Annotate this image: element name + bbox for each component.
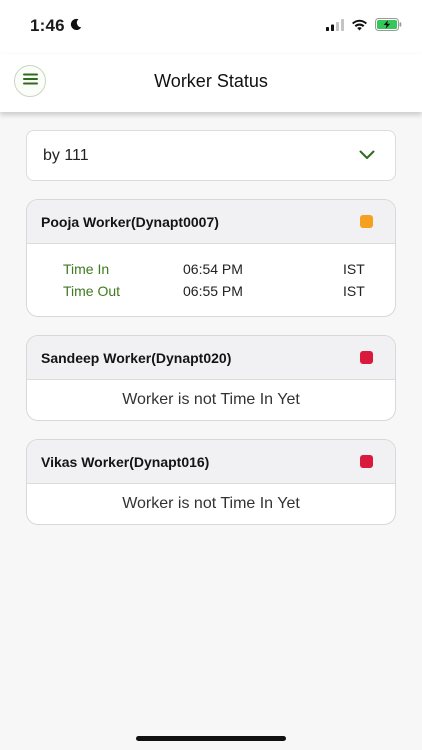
filter-selected-value: by 111 xyxy=(43,146,89,164)
worker-card-header: Sandeep Worker(Dynapt020) xyxy=(27,336,395,380)
time-out-zone: IST xyxy=(343,283,365,299)
status-bar: 1:46 xyxy=(0,0,422,54)
cellular-signal-icon xyxy=(326,18,344,36)
not-timed-in-message: Worker is not Time In Yet xyxy=(122,391,300,408)
time-in-zone: IST xyxy=(343,261,365,277)
status-indicator xyxy=(360,215,373,228)
main-content: by 111 Pooja Worker(Dynapt0007) Time In … xyxy=(26,130,396,525)
status-icons xyxy=(326,18,402,36)
worker-card[interactable]: Pooja Worker(Dynapt0007) Time In 06:54 P… xyxy=(26,199,396,317)
filter-dropdown[interactable]: by 111 xyxy=(26,130,396,181)
page-title: Worker Status xyxy=(154,71,268,91)
status-indicator xyxy=(360,455,373,468)
worker-name: Pooja Worker(Dynapt0007) xyxy=(41,213,219,230)
time-details: Time In 06:54 PM IST Time Out 06:55 PM I… xyxy=(27,244,395,316)
worker-card-header: Pooja Worker(Dynapt0007) xyxy=(27,200,395,244)
moon-icon xyxy=(70,16,82,36)
time-in-label: Time In xyxy=(63,261,110,277)
wifi-icon xyxy=(351,18,368,36)
clock-text: 1:46 xyxy=(30,16,65,35)
time-out-label: Time Out xyxy=(63,283,121,299)
worker-card[interactable]: Vikas Worker(Dynapt016) Worker is not Ti… xyxy=(26,439,396,525)
worker-name: Vikas Worker(Dynapt016) xyxy=(41,453,210,470)
home-indicator xyxy=(136,736,286,741)
time-out-value: 06:55 PM xyxy=(183,283,243,299)
worker-status-screen: 1:46 Worker Status by 111 Pooja Worker(D… xyxy=(0,0,422,750)
time-in-row: Time In 06:54 PM IST xyxy=(27,258,395,280)
app-header: Worker Status xyxy=(0,54,422,112)
battery-charging-icon xyxy=(375,18,402,36)
chevron-down-icon xyxy=(359,147,375,165)
worker-name: Sandeep Worker(Dynapt020) xyxy=(41,349,232,366)
status-time: 1:46 xyxy=(30,16,82,36)
status-indicator xyxy=(360,351,373,364)
worker-card[interactable]: Sandeep Worker(Dynapt020) Worker is not … xyxy=(26,335,396,421)
time-out-row: Time Out 06:55 PM IST xyxy=(27,280,395,302)
time-in-value: 06:54 PM xyxy=(183,261,243,277)
not-timed-in-message: Worker is not Time In Yet xyxy=(122,495,300,512)
worker-card-header: Vikas Worker(Dynapt016) xyxy=(27,440,395,484)
